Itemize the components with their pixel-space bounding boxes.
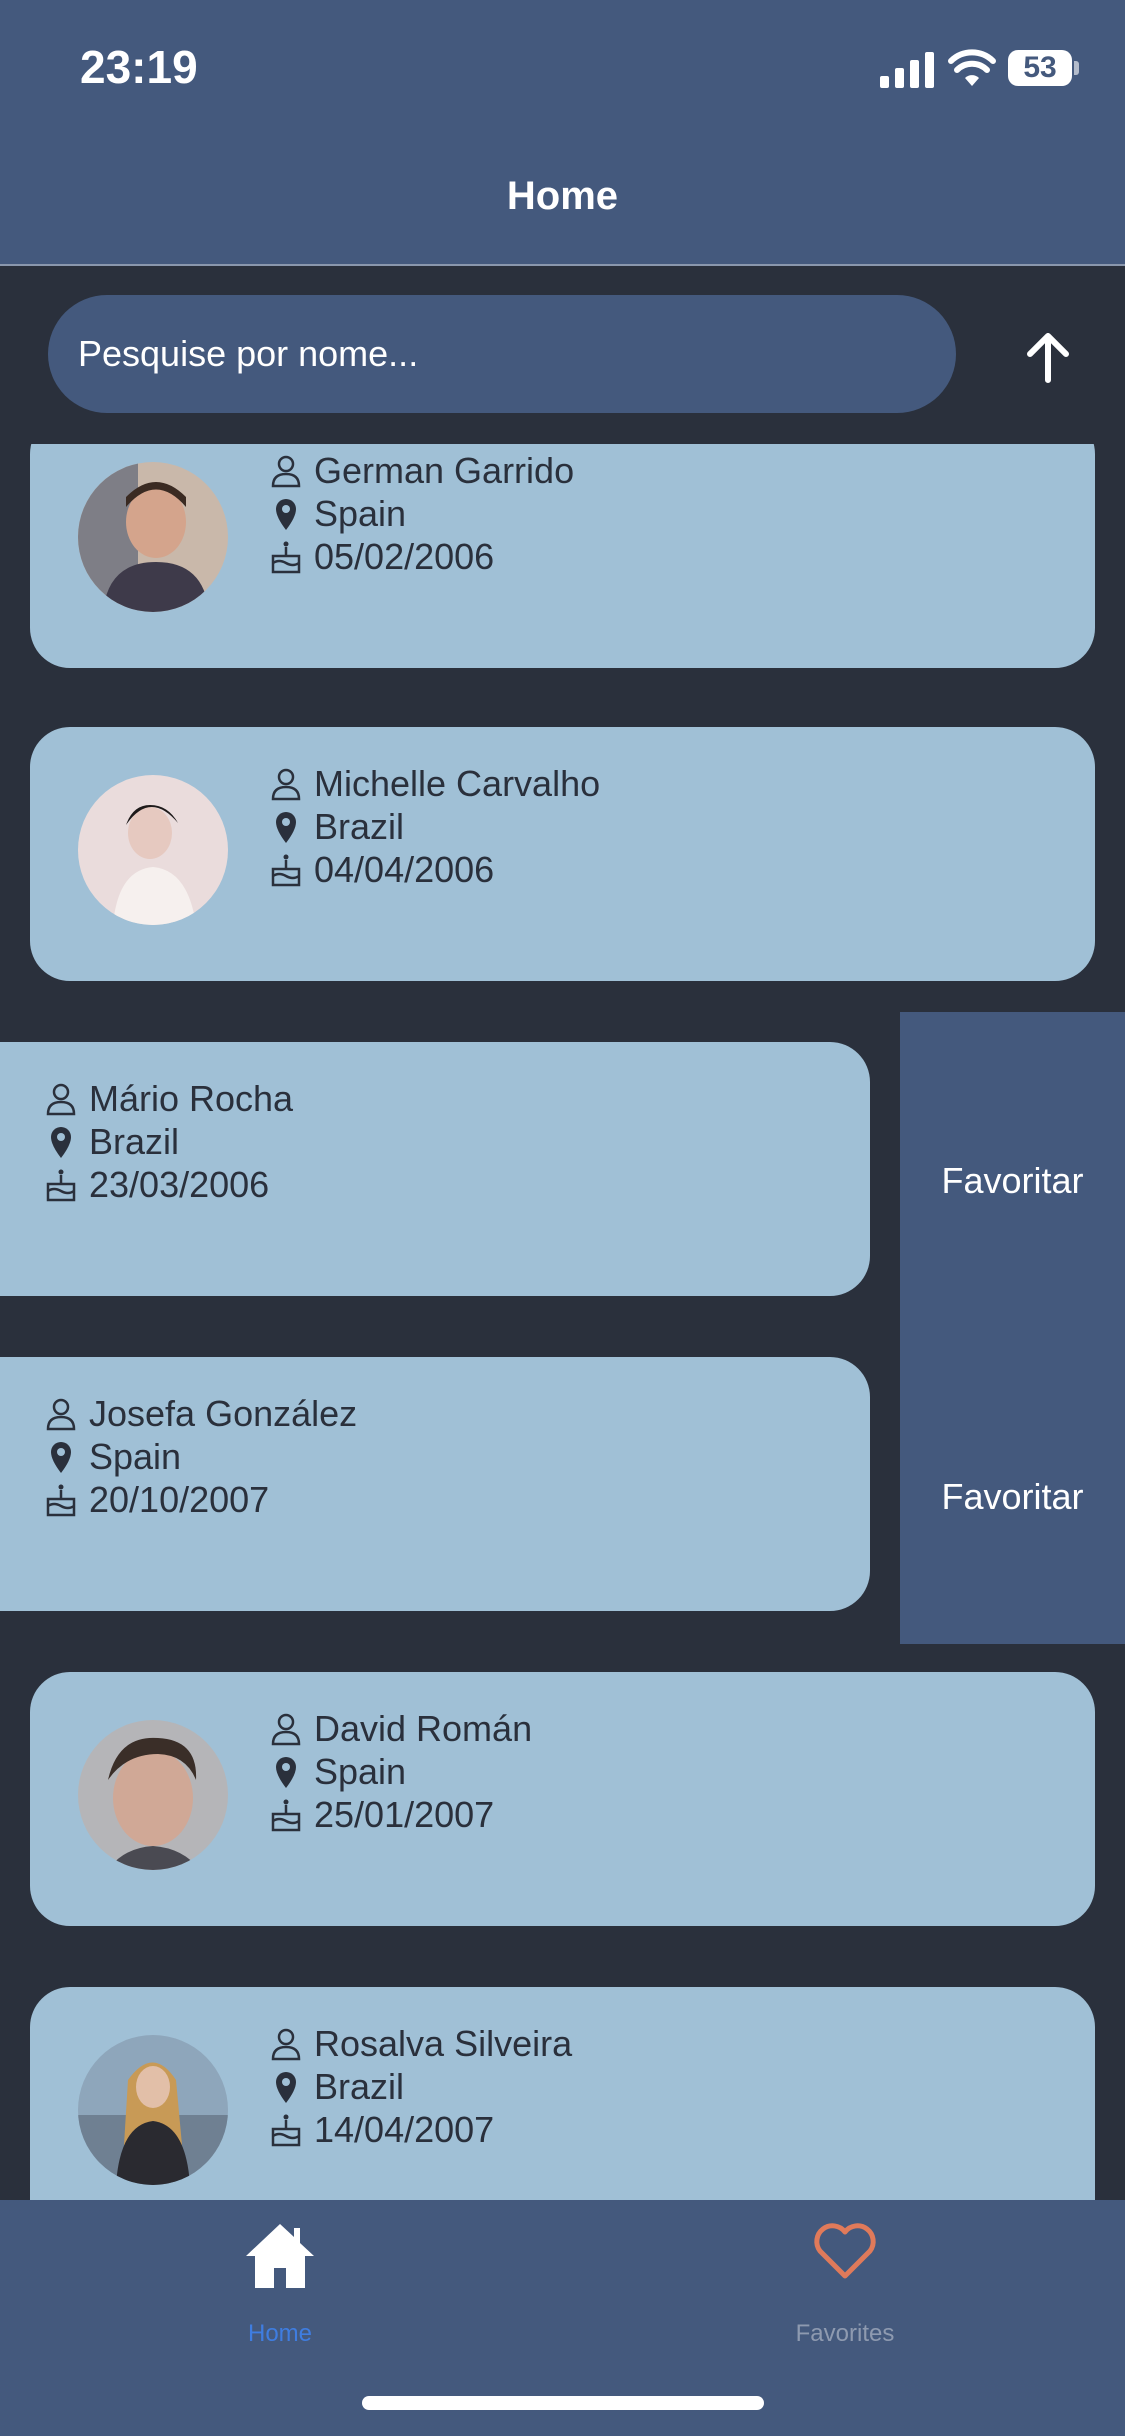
cake-icon xyxy=(46,1169,76,1202)
avatar xyxy=(78,2035,228,2185)
tab-favorites[interactable]: Favorites xyxy=(780,2220,910,2350)
person-birthdate: 04/04/2006 xyxy=(314,849,495,890)
person-icon xyxy=(271,2028,301,2061)
person-birthdate: 14/04/2007 xyxy=(314,2109,495,2150)
person-country: Brazil xyxy=(89,1121,180,1162)
person-icon xyxy=(46,1398,76,1431)
battery-level: 53 xyxy=(1008,50,1072,86)
home-indicator xyxy=(362,2396,764,2410)
person-birthdate: 23/03/2006 xyxy=(89,1164,270,1205)
person-name: Rosalva Silveira xyxy=(314,2023,573,2064)
cake-icon xyxy=(271,2114,301,2147)
location-pin-icon xyxy=(276,2072,296,2103)
heart-icon xyxy=(814,2223,876,2279)
person-country: Spain xyxy=(314,493,407,534)
cake-icon xyxy=(271,541,301,574)
person-country: Brazil xyxy=(314,806,405,847)
person-icon xyxy=(271,768,301,801)
person-card[interactable]: David Román Spain 25/01/2007 xyxy=(30,1672,1095,1926)
search-bar[interactable] xyxy=(48,295,956,413)
person-card[interactable]: Rosalva Silveira Brazil 14/04/2007 xyxy=(30,1987,1095,2200)
app-bar: Home xyxy=(0,140,1125,266)
person-name: German Garrido xyxy=(314,450,575,491)
avatar xyxy=(78,1720,228,1870)
person-card[interactable]: Josefa González Spain 20/10/2007 xyxy=(0,1357,870,1611)
favorite-action[interactable]: Favoritar xyxy=(900,1328,1125,1644)
person-icon xyxy=(46,1083,76,1116)
arrow-up-icon[interactable] xyxy=(1008,318,1088,398)
person-name: Josefa González xyxy=(89,1393,358,1434)
battery-nub xyxy=(1074,61,1079,75)
person-country: Brazil xyxy=(314,2066,405,2107)
status-bar: 23:19 53 xyxy=(0,0,1125,140)
tab-home[interactable]: Home xyxy=(220,2220,340,2350)
person-card[interactable]: Michelle Carvalho Brazil 04/04/2006 xyxy=(30,727,1095,981)
person-birthdate: 05/02/2006 xyxy=(314,536,495,577)
wifi-icon xyxy=(948,49,996,86)
location-pin-icon xyxy=(276,1757,296,1788)
location-pin-icon xyxy=(276,812,296,843)
person-card[interactable]: Mário Rocha Brazil 23/03/2006 xyxy=(0,1042,870,1296)
tab-favorites-label: Favorites xyxy=(795,2320,895,2347)
status-time: 23:19 xyxy=(80,41,198,93)
cake-icon xyxy=(271,854,301,887)
favorite-action-label: Favoritar xyxy=(941,1476,1084,1517)
person-name: Michelle Carvalho xyxy=(314,763,601,804)
person-name: Mário Rocha xyxy=(89,1078,294,1119)
location-pin-icon xyxy=(51,1442,71,1473)
favorite-action[interactable]: Favoritar xyxy=(900,1012,1125,1328)
avatar xyxy=(78,775,228,925)
tab-home-label: Home xyxy=(247,2320,313,2347)
cake-icon xyxy=(46,1484,76,1517)
person-country: Spain xyxy=(314,1751,407,1792)
person-card[interactable]: German Garrido Spain 05/02/2006 xyxy=(30,444,1095,668)
people-list[interactable]: German Garrido Spain 05/02/2006 Michelle… xyxy=(0,444,1125,2200)
page-title: Home xyxy=(506,174,619,218)
location-pin-icon xyxy=(51,1127,71,1158)
person-icon xyxy=(271,1713,301,1746)
cake-icon xyxy=(271,1799,301,1832)
person-country: Spain xyxy=(89,1436,182,1477)
person-birthdate: 25/01/2007 xyxy=(314,1794,495,1835)
cellular-signal-icon xyxy=(880,52,934,88)
location-pin-icon xyxy=(276,499,296,530)
home-icon xyxy=(246,2224,314,2288)
search-input[interactable] xyxy=(78,325,918,383)
person-birthdate: 20/10/2007 xyxy=(89,1479,270,1520)
favorite-action-label: Favoritar xyxy=(941,1160,1084,1201)
person-icon xyxy=(271,455,301,488)
person-name: David Román xyxy=(314,1708,533,1749)
avatar xyxy=(78,462,228,612)
